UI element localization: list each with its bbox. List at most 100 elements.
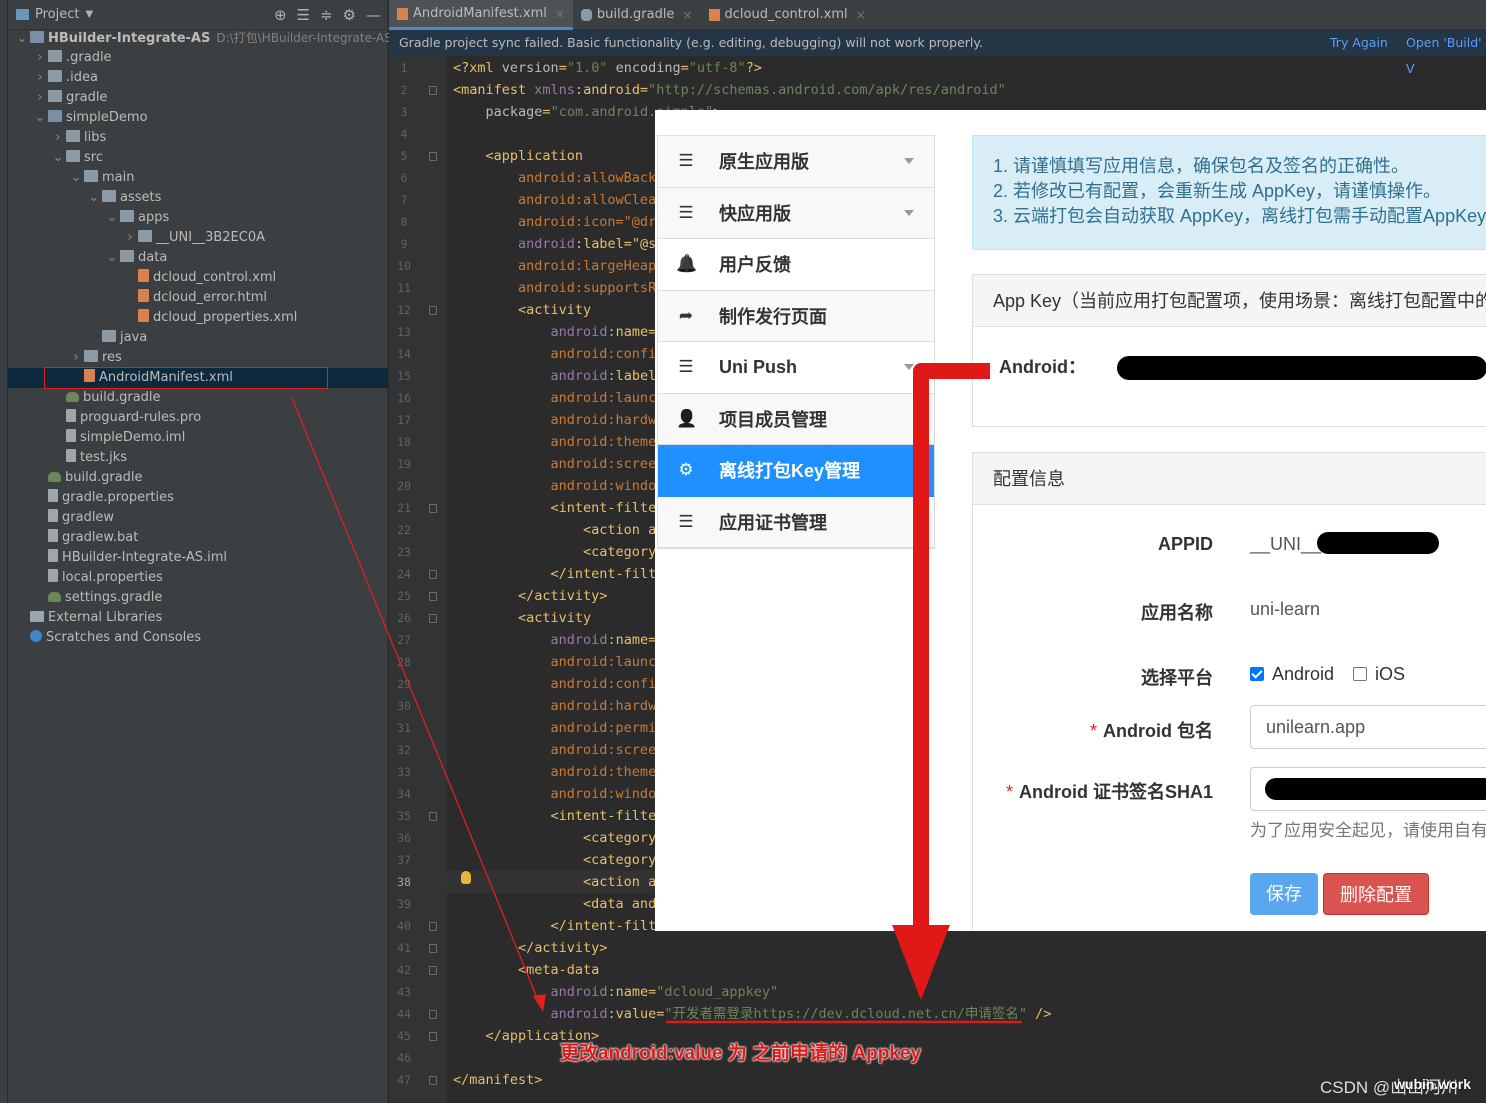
chevron-right-icon[interactable]: ›: [32, 88, 48, 108]
chevron-right-icon[interactable]: ›: [32, 48, 48, 68]
tab-build-gradle[interactable]: build.gradle ×: [573, 0, 701, 30]
fold-icon[interactable]: [429, 86, 437, 95]
code-line[interactable]: <category: [453, 827, 656, 849]
tree-item[interactable]: › res: [8, 348, 388, 368]
code-line[interactable]: android:launc: [453, 387, 657, 409]
chevron-down-icon[interactable]: ⌄: [32, 108, 48, 128]
try-again-link[interactable]: Try Again: [1330, 30, 1388, 56]
tree-item[interactable]: External Libraries: [8, 608, 388, 628]
code-line[interactable]: android:value="开发者需登录https://dev.dcloud.…: [453, 1003, 1052, 1025]
code-line[interactable]: <category: [453, 541, 656, 563]
package-input[interactable]: unilearn.app: [1250, 705, 1486, 749]
code-line[interactable]: android:name=: [453, 321, 657, 343]
code-line[interactable]: <application: [453, 145, 584, 167]
tree-item[interactable]: › .gradle: [8, 48, 388, 68]
delete-config-button[interactable]: 删除配置: [1323, 873, 1429, 915]
locate-icon[interactable]: ⊕: [274, 6, 287, 24]
tree-item[interactable]: dcloud_control.xml: [8, 268, 388, 288]
project-view-selector[interactable]: Project: [35, 7, 79, 22]
tree-item[interactable]: › __UNI__3B2EC0A: [8, 228, 388, 248]
menu-item[interactable]: 🔔 用户反馈: [658, 239, 934, 291]
fold-icon[interactable]: [429, 812, 437, 821]
fold-icon[interactable]: [429, 1032, 437, 1041]
code-line[interactable]: android:theme: [453, 431, 657, 453]
code-line[interactable]: android:confi: [453, 673, 657, 695]
platform-ios-option[interactable]: iOS: [1353, 664, 1405, 685]
save-button[interactable]: 保存: [1250, 873, 1318, 915]
code-line[interactable]: <manifest xmlns:android="http://schemas.…: [453, 79, 1006, 101]
code-line[interactable]: android:name="dcloud_appkey": [453, 981, 779, 1003]
code-line[interactable]: <activity: [453, 299, 591, 321]
tree-item[interactable]: gradle.properties: [8, 488, 388, 508]
code-line[interactable]: <activity: [453, 607, 591, 629]
code-line[interactable]: <intent-filte: [453, 805, 657, 827]
fold-icon[interactable]: [429, 944, 437, 953]
expand-all-icon[interactable]: ☰: [297, 6, 310, 24]
android-checkbox[interactable]: [1250, 667, 1264, 681]
chevron-down-icon[interactable]: ⌄: [50, 148, 66, 168]
chevron-right-icon[interactable]: ›: [122, 228, 138, 248]
tree-item[interactable]: simpleDemo.iml: [8, 428, 388, 448]
code-line[interactable]: android:theme: [453, 761, 657, 783]
menu-item[interactable]: 👤 项目成员管理: [658, 393, 934, 445]
code-line[interactable]: android:allowBack: [453, 167, 656, 189]
code-line[interactable]: android:permi: [453, 717, 657, 739]
code-line[interactable]: android:hardw: [453, 695, 657, 717]
chevron-down-icon[interactable]: ⌄: [104, 208, 120, 228]
menu-item[interactable]: ☰ 快应用版: [658, 187, 934, 239]
tree-item[interactable]: ⌄ apps: [8, 208, 388, 228]
menu-item[interactable]: ➦ 制作发行页面: [658, 290, 934, 342]
chevron-right-icon[interactable]: ›: [50, 128, 66, 148]
menu-item[interactable]: ☰ 原生应用版: [658, 136, 934, 188]
tree-item[interactable]: gradlew: [8, 508, 388, 528]
code-line[interactable]: android:scree: [453, 453, 657, 475]
platform-android-option[interactable]: Android: [1250, 664, 1334, 685]
code-line[interactable]: android:allowClea: [453, 189, 656, 211]
code-line[interactable]: <?xml version="1.0" encoding="utf-8"?>: [453, 57, 762, 79]
chevron-down-icon[interactable]: ⌄: [104, 248, 120, 268]
fold-icon[interactable]: [429, 152, 437, 161]
code-line[interactable]: android:largeHeap: [453, 255, 656, 277]
collapse-all-icon[interactable]: ≑: [320, 6, 333, 24]
code-line[interactable]: android:confi: [453, 343, 657, 365]
code-line[interactable]: android:label: [453, 365, 657, 387]
code-line[interactable]: </manifest>: [453, 1069, 542, 1091]
tree-item[interactable]: ⌄ data: [8, 248, 388, 268]
chevron-down-icon[interactable]: ⌄: [14, 29, 30, 49]
tree-item[interactable]: ⌄ assets: [8, 188, 388, 208]
code-line[interactable]: android:hardw: [453, 409, 657, 431]
hide-icon[interactable]: —: [366, 6, 381, 24]
chevron-right-icon[interactable]: ›: [68, 348, 84, 368]
fold-icon[interactable]: [429, 306, 437, 315]
fold-icon[interactable]: [429, 570, 437, 579]
code-line[interactable]: android:name=: [453, 629, 657, 651]
tree-item[interactable]: dcloud_properties.xml: [8, 308, 388, 328]
code-line[interactable]: <category: [453, 849, 656, 871]
code-line[interactable]: <meta-data: [453, 959, 599, 981]
tree-item[interactable]: ⌄ src: [8, 148, 388, 168]
close-icon[interactable]: ×: [856, 0, 866, 30]
fold-icon[interactable]: [429, 1076, 437, 1085]
code-line[interactable]: </activity>: [453, 585, 607, 607]
close-icon[interactable]: ×: [555, 0, 565, 29]
tree-item[interactable]: local.properties: [8, 568, 388, 588]
code-line[interactable]: <intent-filte: [453, 497, 657, 519]
chevron-right-icon[interactable]: ›: [32, 68, 48, 88]
fold-icon[interactable]: [429, 922, 437, 931]
code-line[interactable]: <action a: [453, 519, 656, 541]
lightbulb-icon[interactable]: [461, 871, 471, 884]
tree-item[interactable]: test.jks: [8, 448, 388, 468]
menu-item[interactable]: ☰ 应用证书管理: [658, 496, 934, 548]
tree-item[interactable]: › libs: [8, 128, 388, 148]
code-line[interactable]: </intent-filt: [453, 915, 657, 937]
code-line[interactable]: android:launc: [453, 651, 657, 673]
chevron-down-icon[interactable]: ⌄: [68, 168, 84, 188]
close-icon[interactable]: ×: [682, 0, 692, 30]
menu-item[interactable]: ⚙ 离线打包Key管理: [658, 445, 934, 497]
fold-icon[interactable]: [429, 504, 437, 513]
tree-item[interactable]: build.gradle: [8, 468, 388, 488]
tree-item[interactable]: build.gradle: [8, 388, 388, 408]
gear-icon[interactable]: ⚙: [343, 6, 356, 24]
tree-item[interactable]: Scratches and Consoles: [8, 628, 388, 648]
code-line[interactable]: android:windo: [453, 783, 657, 805]
